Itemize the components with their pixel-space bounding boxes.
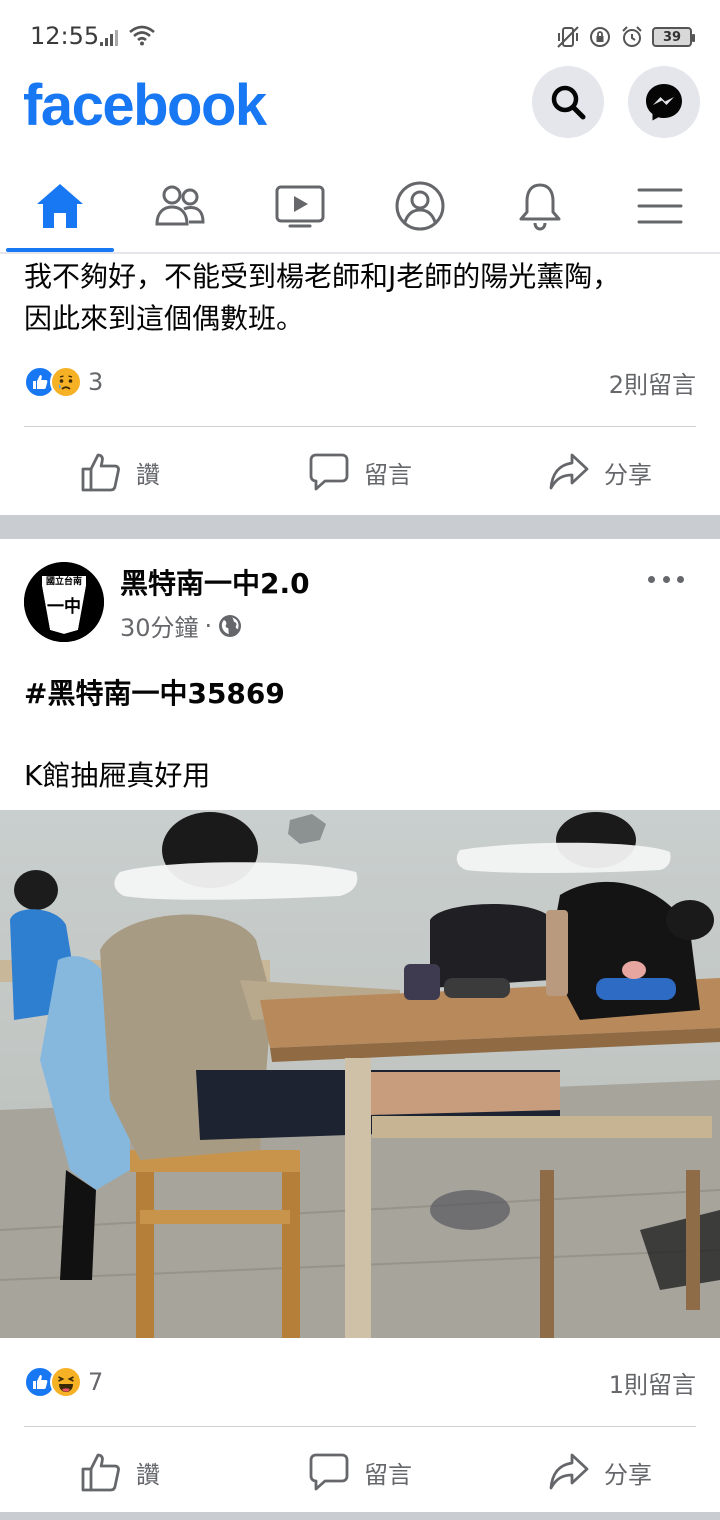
like-icon (81, 1453, 120, 1492)
messenger-button[interactable] (628, 66, 700, 138)
post-text: 我不夠好，不能受到楊老師和J老師的陽光薰陶， 因此來到這個偶數班。 (24, 260, 621, 335)
like-button[interactable]: 讚 (0, 1432, 240, 1512)
tab-profile[interactable] (360, 160, 480, 252)
share-icon (549, 1453, 589, 1490)
like-icon (81, 453, 120, 492)
share-icon (549, 453, 589, 490)
reaction-icons (24, 1366, 82, 1398)
divider (24, 426, 696, 427)
reaction-count: 7 (88, 1368, 104, 1396)
battery-icon: 39 (652, 27, 695, 47)
like-label: 讚 (136, 1460, 160, 1489)
post-hashtag[interactable]: #黑特南一中35869 (24, 672, 285, 712)
rotation-lock-icon (590, 27, 610, 47)
reaction-summary[interactable]: 7 1則留言 (24, 1362, 696, 1402)
share-label: 分享 (604, 1460, 652, 1489)
messenger-icon (646, 84, 682, 121)
comment-icon (309, 453, 349, 491)
comment-icon (309, 1453, 349, 1491)
more-options-button[interactable] (644, 566, 688, 592)
reaction-icons (24, 366, 82, 398)
avatar-top-text: 國立台南 (46, 575, 82, 587)
search-icon (551, 85, 586, 120)
friends-icon (155, 185, 205, 226)
status-icons: 39 (556, 22, 695, 52)
feed-separator (0, 515, 720, 539)
page-avatar[interactable]: 國立台南 一中 (24, 562, 104, 642)
more-dot (677, 575, 684, 583)
video-icon (275, 185, 325, 228)
signal-icon (100, 30, 118, 46)
bell-icon (519, 183, 561, 231)
like-label: 讚 (136, 460, 160, 489)
divider (24, 1426, 696, 1427)
comment-label: 留言 (364, 1460, 412, 1489)
status-time: 12:55 (30, 22, 100, 50)
share-button[interactable]: 分享 (480, 1432, 720, 1512)
tab-bar (0, 160, 720, 252)
tab-notifications[interactable] (480, 160, 600, 252)
feed-separator (0, 1512, 720, 1520)
comment-button[interactable]: 留言 (240, 1432, 480, 1512)
share-button[interactable]: 分享 (480, 432, 720, 512)
haha-reaction-icon (50, 1366, 82, 1398)
post-time[interactable]: 30分鐘 (120, 608, 199, 643)
more-dot (648, 575, 655, 583)
search-button[interactable] (532, 66, 604, 138)
wifi-icon (129, 25, 155, 46)
avatar-main-text: 一中 (47, 596, 81, 617)
comment-label: 留言 (364, 460, 412, 489)
post-actions: 讚 留言 分享 (0, 1432, 720, 1512)
reaction-summary[interactable]: 3 2則留言 (24, 362, 696, 402)
comment-count[interactable]: 1則留言 (609, 1365, 696, 1400)
profile-icon (395, 181, 445, 231)
status-bar: 12:55 39 (0, 0, 720, 70)
vibrate-icon (557, 26, 579, 48)
battery-level: 39 (662, 29, 682, 45)
facebook-logo[interactable]: facebook (23, 72, 267, 139)
globe-icon (219, 614, 242, 637)
reaction-count: 3 (88, 368, 104, 396)
alarm-icon (622, 26, 642, 47)
tab-friends[interactable] (120, 160, 240, 252)
comment-count[interactable]: 2則留言 (609, 365, 696, 400)
post-photo[interactable] (0, 810, 720, 1338)
comment-button[interactable]: 留言 (240, 432, 480, 512)
home-icon (37, 184, 83, 228)
tab-divider (0, 252, 720, 254)
page-name[interactable]: 黑特南一中2.0 (120, 562, 310, 602)
menu-icon (637, 188, 683, 224)
meta-separator: · (204, 611, 213, 640)
share-label: 分享 (604, 460, 652, 489)
tab-watch[interactable] (240, 160, 360, 252)
more-dot (662, 575, 670, 583)
post-actions: 讚 留言 分享 (0, 432, 720, 512)
post-meta: 30分鐘 · (120, 608, 242, 643)
tab-home[interactable] (0, 160, 120, 252)
tab-menu[interactable] (600, 160, 720, 252)
sad-reaction-icon (50, 366, 82, 398)
post-text: K館抽屜真好用 (24, 759, 211, 792)
like-button[interactable]: 讚 (0, 432, 240, 512)
